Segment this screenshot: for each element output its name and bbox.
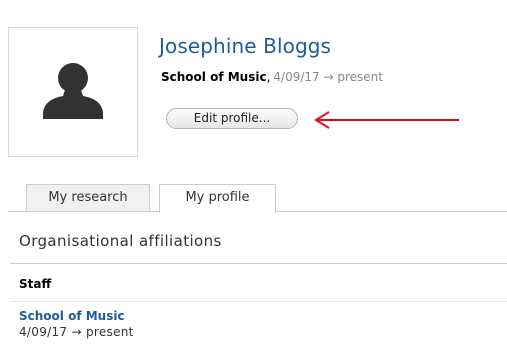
profile-affiliation: School of Music, 4/09/17 → present	[161, 70, 383, 84]
affiliation-school-link[interactable]: School of Music	[19, 309, 125, 323]
affiliation-group-label: Staff	[19, 277, 52, 291]
edit-profile-button[interactable]: Edit profile...	[166, 108, 298, 129]
avatar	[8, 27, 138, 157]
affiliation-dates: 4/09/17 → present	[19, 325, 134, 339]
profile-name: Josephine Bloggs	[159, 34, 332, 58]
profile-comma: ,	[266, 70, 271, 84]
group-divider	[10, 301, 507, 302]
red-arrow-icon	[314, 111, 459, 129]
section-heading: Organisational affiliations	[19, 232, 222, 250]
tab-my-research[interactable]: My research	[26, 184, 150, 211]
profile-school: School of Music	[161, 70, 267, 84]
tab-bar: My research My profile	[0, 184, 507, 213]
profile-dates: 4/09/17 → present	[273, 70, 383, 84]
section-divider	[10, 263, 507, 264]
tab-my-profile[interactable]: My profile	[159, 184, 276, 213]
person-silhouette-icon	[43, 63, 103, 119]
